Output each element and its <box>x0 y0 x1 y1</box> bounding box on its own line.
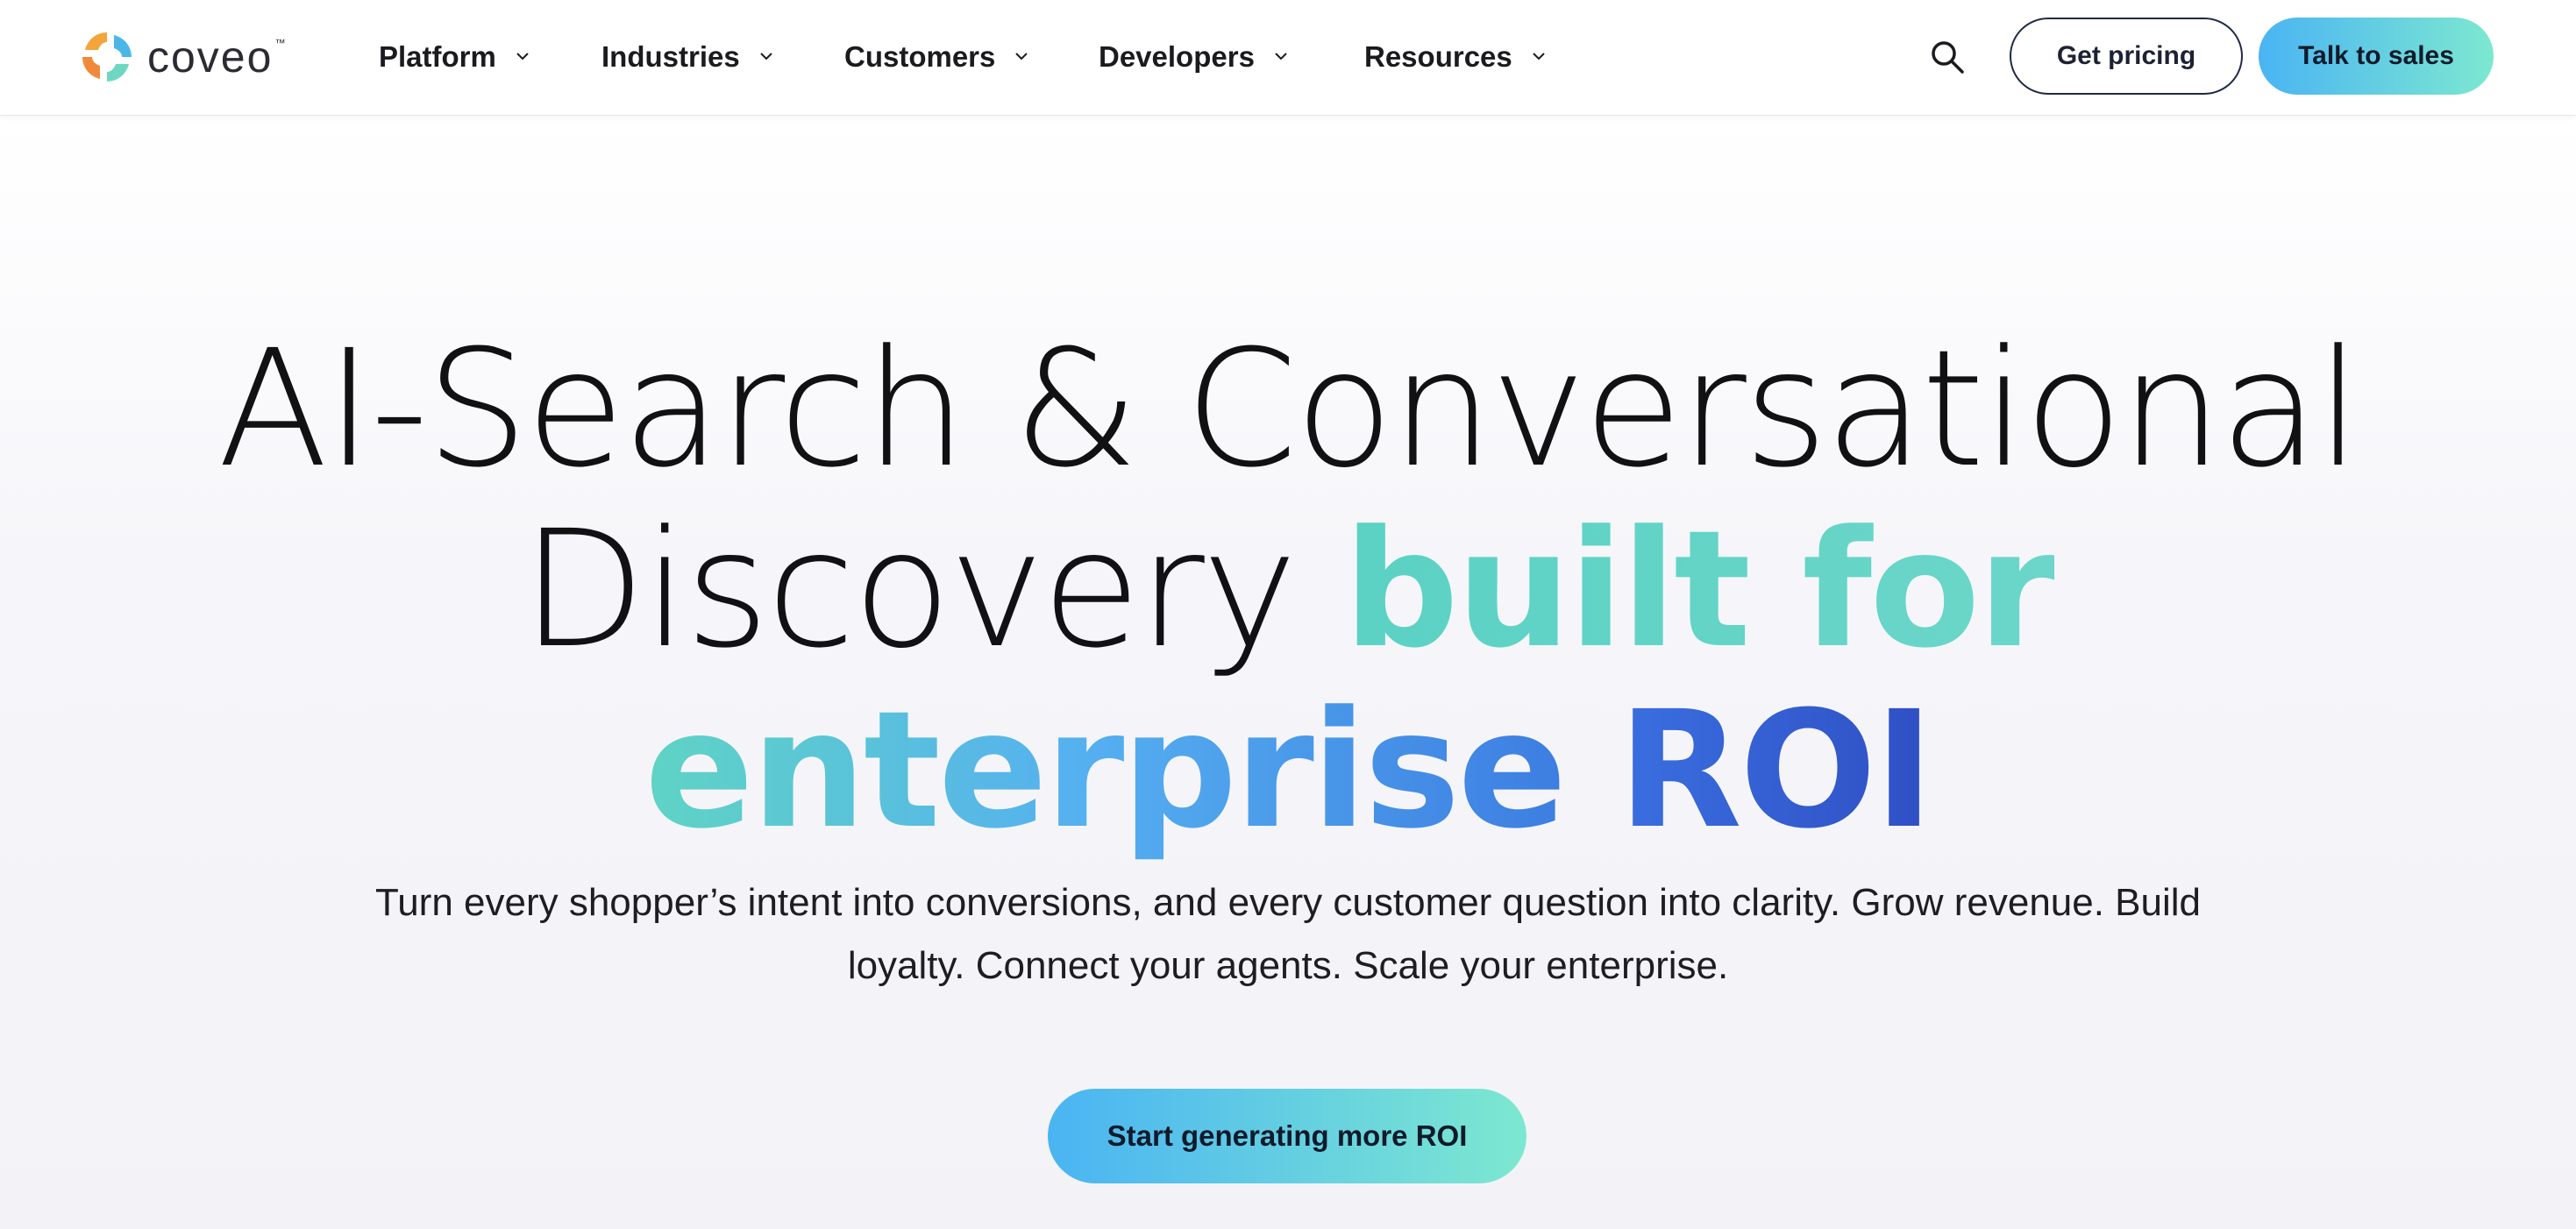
site-header: coveo ™ Platform Industries Customers De… <box>0 0 2576 116</box>
nav-label-resources: Resources <box>1364 40 1512 73</box>
hero-subtext-line-2: loyalty. Connect your agents. Scale your… <box>847 944 1729 987</box>
headline-discovery: Discovery <box>521 496 1344 684</box>
nav-item-resources[interactable]: Resources <box>1364 33 1546 81</box>
search-icon <box>1932 41 1964 74</box>
hero-headline: AI-Search & Conversational Discovery bui… <box>0 319 2576 861</box>
get-pricing-button[interactable]: Get pricing <box>2010 18 2243 95</box>
nav-item-developers[interactable]: Developers <box>1099 33 1288 81</box>
hero-subtext-line-1: Turn every shopper’s intent into convers… <box>374 881 2202 924</box>
start-generating-roi-button[interactable]: Start generating more ROI <box>1048 1089 1526 1183</box>
nav-item-platform[interactable]: Platform <box>379 33 530 81</box>
chevron-down-icon <box>1275 53 1287 60</box>
chevron-down-icon <box>1533 53 1545 60</box>
headline-line-1: AI-Search & Conversational <box>217 316 2361 503</box>
headline-line-2: Discovery built for <box>0 500 2576 680</box>
chevron-down-icon <box>516 53 529 60</box>
chevron-down-icon <box>1015 53 1028 60</box>
headline-roi: ROI <box>1618 677 1934 864</box>
nav-label-platform: Platform <box>379 40 496 73</box>
nav-label-industries: Industries <box>601 40 740 73</box>
headline-built-for: built for <box>1343 496 2057 684</box>
nav-item-customers[interactable]: Customers <box>844 33 1028 81</box>
talk-to-sales-button[interactable]: Talk to sales <box>2259 18 2494 95</box>
hero-subtext: Turn every shopper’s intent into convers… <box>333 871 2243 998</box>
nav-label-customers: Customers <box>844 40 996 73</box>
nav-label-developers: Developers <box>1099 40 1255 73</box>
headline-line-3: enterprise ROI <box>0 680 2576 861</box>
headline-enterprise: enterprise <box>644 677 1619 864</box>
search-button[interactable] <box>1925 35 1969 79</box>
hero-section: AI-Search & Conversational Discovery bui… <box>0 116 2576 1229</box>
nav-item-industries[interactable]: Industries <box>601 33 773 81</box>
chevron-down-icon <box>759 53 772 60</box>
